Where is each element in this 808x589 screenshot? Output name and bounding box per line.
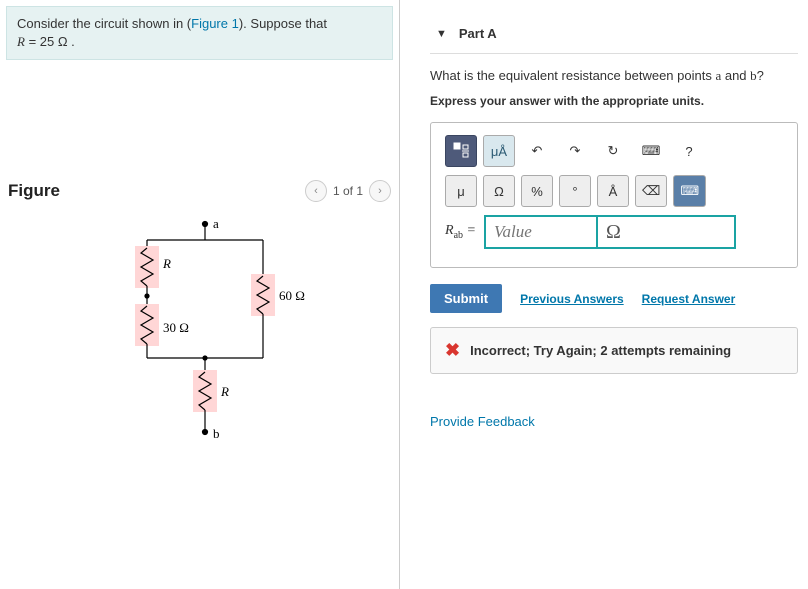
label-r1: R — [162, 256, 171, 271]
label-a: a — [213, 218, 219, 231]
percent-button[interactable]: % — [521, 175, 553, 207]
angstrom-button[interactable]: Å — [597, 175, 629, 207]
answer-instructions: Express your answer with the appropriate… — [430, 94, 798, 108]
submit-button[interactable]: Submit — [430, 284, 502, 313]
incorrect-icon: ✖ — [445, 340, 460, 361]
label-r3: 60 Ω — [279, 288, 305, 303]
request-answer-link[interactable]: Request Answer — [642, 292, 736, 306]
answer-variable: Rab = — [445, 223, 476, 241]
provide-feedback-link[interactable]: Provide Feedback — [430, 414, 535, 429]
previous-answers-link[interactable]: Previous Answers — [520, 292, 624, 306]
answer-box: μÅ ↶ ↷ ↻ ⌨ ? μ Ω % ° Å ⌫ ⌨ Rab = Ω — [430, 122, 798, 268]
problem-prompt: Consider the circuit shown in (Figure 1)… — [6, 6, 393, 60]
figure-title: Figure — [8, 181, 60, 201]
reset-button[interactable]: ↻ — [597, 135, 629, 167]
figure-next-button[interactable]: › — [369, 180, 391, 202]
mu-button[interactable]: μ — [445, 175, 477, 207]
figure-link[interactable]: Figure 1 — [191, 16, 239, 31]
collapse-icon: ▼ — [436, 28, 447, 40]
feedback-box: ✖ Incorrect; Try Again; 2 attempts remai… — [430, 327, 798, 374]
prompt-text-pre: Consider the circuit shown in ( — [17, 16, 191, 31]
fraction-template-icon — [452, 142, 470, 160]
units-button[interactable]: μÅ — [483, 135, 515, 167]
degree-button[interactable]: ° — [559, 175, 591, 207]
question-text: What is the equivalent resistance betwee… — [430, 68, 798, 84]
help-button[interactable]: ? — [673, 135, 705, 167]
prompt-text-post: ). Suppose that — [239, 16, 327, 31]
templates-button[interactable] — [445, 135, 477, 167]
answer-value-input[interactable] — [484, 215, 596, 249]
redo-button[interactable]: ↷ — [559, 135, 591, 167]
figure-prev-button[interactable]: ‹ — [305, 180, 327, 202]
omega-button[interactable]: Ω — [483, 175, 515, 207]
circuit-diagram: a b R 30 Ω 60 Ω R — [95, 218, 305, 448]
figure-page-indicator: 1 of 1 — [333, 184, 363, 198]
undo-button[interactable]: ↶ — [521, 135, 553, 167]
feedback-text: Incorrect; Try Again; 2 attempts remaini… — [470, 343, 731, 358]
label-r2: 30 Ω — [163, 320, 189, 335]
equation-rhs: = 25 Ω . — [25, 34, 75, 49]
keyboard-icon: ⌨ — [642, 143, 661, 159]
figure-pager: ‹ 1 of 1 › — [305, 180, 391, 202]
keyboard2-button[interactable]: ⌨ — [673, 175, 706, 207]
answer-unit-box[interactable]: Ω — [596, 215, 736, 249]
backspace-button[interactable]: ⌫ — [635, 175, 667, 207]
keyboard-button[interactable]: ⌨ — [635, 135, 667, 167]
label-b: b — [213, 426, 220, 441]
part-header[interactable]: ▼ Part A — [430, 10, 798, 54]
equation-lhs: R — [17, 34, 25, 49]
part-title: Part A — [459, 26, 497, 41]
label-r4: R — [220, 384, 229, 399]
